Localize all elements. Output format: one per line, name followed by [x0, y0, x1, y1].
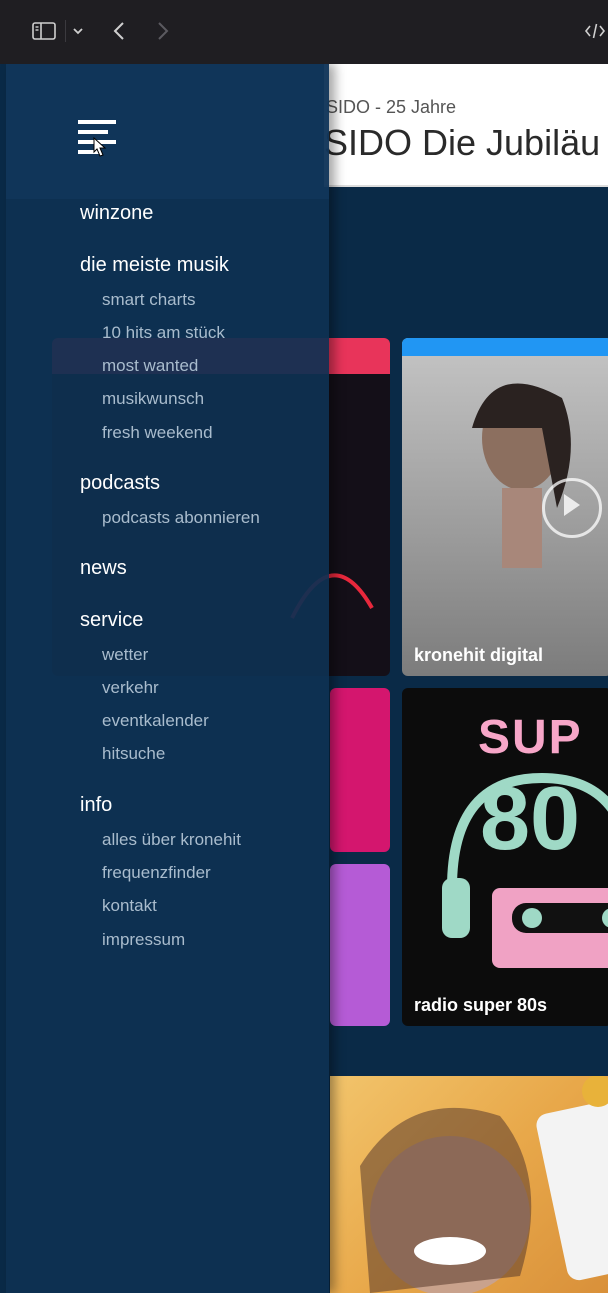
menu-icon[interactable] — [78, 118, 118, 158]
station-tile-radio-super-80s[interactable]: SUP 80 radio super 80s — [402, 688, 608, 1026]
headphones-cassette-art — [442, 772, 608, 968]
nav-impressum[interactable]: impressum — [102, 930, 185, 950]
play-icon[interactable] — [542, 478, 602, 538]
nav-service[interactable]: service — [80, 609, 143, 632]
nav-hitsuche[interactable]: hitsuche — [102, 744, 165, 764]
header-divider — [324, 185, 608, 187]
advertisement-banner[interactable] — [330, 1076, 608, 1293]
nav-winzone[interactable]: winzone — [80, 202, 153, 225]
navigation-drawer: winzone die meiste musik smart charts 10… — [6, 64, 329, 1293]
nav-10-hits[interactable]: 10 hits am stück — [102, 323, 225, 343]
chevron-down-icon[interactable] — [70, 17, 86, 45]
sidebar-icon[interactable] — [30, 17, 58, 45]
nav-smart-charts[interactable]: smart charts — [102, 290, 196, 310]
nav-most-wanted[interactable]: most wanted — [102, 356, 198, 376]
nav-info[interactable]: info — [80, 794, 112, 817]
nav-verkehr[interactable]: verkehr — [102, 678, 159, 698]
nav-fresh-weekend[interactable]: fresh weekend — [102, 423, 213, 443]
chevron-left-icon[interactable] — [108, 17, 130, 45]
tile-label: kronehit digital — [414, 645, 544, 665]
page-content: SIDO - 25 Jahre SIDO Die Jubiläu kronehi… — [0, 64, 608, 1293]
article-header[interactable]: SIDO - 25 Jahre SIDO Die Jubiläu — [324, 64, 608, 186]
browser-toolbar — [0, 0, 608, 64]
nav-podcasts-abonnieren[interactable]: podcasts abonnieren — [102, 508, 260, 528]
nav-die-meiste-musik[interactable]: die meiste musik — [80, 254, 229, 277]
nav-wetter[interactable]: wetter — [102, 645, 148, 665]
nav-kontakt[interactable]: kontakt — [102, 896, 157, 916]
station-tile[interactable] — [330, 864, 390, 1026]
nav-musikwunsch[interactable]: musikwunsch — [102, 389, 204, 409]
article-subtitle: SIDO - 25 Jahre — [326, 97, 457, 117]
nav-news[interactable]: news — [80, 557, 127, 580]
chevron-right-icon — [152, 17, 174, 45]
article-title: SIDO Die Jubiläu — [324, 122, 601, 163]
station-tile-kronehit-digital[interactable]: kronehit digital — [402, 338, 608, 676]
station-tile[interactable] — [330, 688, 390, 852]
tile-art-text: SUP — [478, 711, 583, 764]
nav-frequenzfinder[interactable]: frequenzfinder — [102, 863, 211, 883]
toolbar-divider — [65, 20, 66, 42]
tile-label: radio super 80s — [414, 995, 548, 1015]
nav-eventkalender[interactable]: eventkalender — [102, 711, 209, 731]
nav-podcasts[interactable]: podcasts — [80, 472, 160, 495]
nav-alles-ueber-kronehit[interactable]: alles über kronehit — [102, 830, 241, 850]
drawer-header — [6, 64, 329, 199]
artist-photo — [472, 383, 571, 568]
tile-top-bar — [402, 338, 608, 356]
code-icon[interactable] — [582, 17, 608, 45]
ad-image — [360, 1076, 608, 1293]
